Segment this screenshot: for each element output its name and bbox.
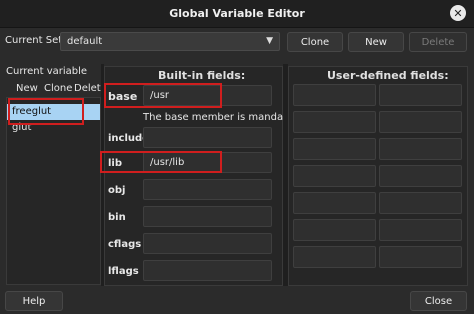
- new-set-button[interactable]: New: [348, 32, 404, 52]
- field-label-obj: obj: [108, 185, 126, 196]
- userdefined-cell[interactable]: [293, 165, 376, 187]
- current-set-dropdown[interactable]: default ▼: [60, 32, 280, 51]
- field-label-cflags: cflags: [108, 239, 142, 250]
- field-input-bin[interactable]: [143, 206, 272, 227]
- help-button[interactable]: Help: [5, 291, 63, 311]
- highlight-lib: [100, 151, 222, 173]
- clone-set-button[interactable]: Clone: [287, 32, 343, 52]
- userdefined-cell[interactable]: [379, 111, 462, 133]
- userdefined-cell[interactable]: [293, 84, 376, 106]
- clone-variable-button[interactable]: Clone: [44, 83, 72, 94]
- window-title: Global Variable Editor: [169, 7, 305, 20]
- userdefined-title: User-defined fields:: [327, 69, 449, 82]
- field-label-bin: bin: [108, 212, 126, 223]
- highlight-freeglut: [8, 98, 84, 125]
- field-input-obj[interactable]: [143, 179, 272, 200]
- userdefined-cell[interactable]: [293, 111, 376, 133]
- userdefined-cell[interactable]: [293, 138, 376, 160]
- highlight-base: [104, 83, 222, 108]
- userdefined-cell[interactable]: [293, 219, 376, 241]
- field-label-lflags: lflags: [108, 266, 139, 277]
- close-button[interactable]: Close: [410, 291, 467, 311]
- title-bar: Global Variable Editor ✕: [0, 0, 474, 28]
- userdefined-cell[interactable]: [379, 138, 462, 160]
- userdefined-cell[interactable]: [379, 219, 462, 241]
- delete-set-button[interactable]: Delete: [409, 32, 467, 52]
- userdefined-cell[interactable]: [379, 165, 462, 187]
- builtin-title: Built-in fields:: [158, 69, 246, 82]
- field-input-lflags[interactable]: [143, 260, 272, 281]
- field-input-cflags[interactable]: [143, 233, 272, 254]
- userdefined-cell[interactable]: [379, 246, 462, 268]
- current-set-label: Current Set:: [5, 35, 66, 46]
- userdefined-cell[interactable]: [293, 246, 376, 268]
- userdefined-cell[interactable]: [293, 192, 376, 214]
- variable-list[interactable]: freeglut glut: [6, 97, 101, 285]
- new-variable-button[interactable]: New: [16, 83, 38, 94]
- userdefined-cell[interactable]: [379, 192, 462, 214]
- current-variable-label: Current variable: [6, 66, 88, 77]
- userdefined-cell[interactable]: [379, 84, 462, 106]
- chevron-down-icon: ▼: [266, 36, 273, 46]
- current-set-value: default: [67, 36, 103, 47]
- field-input-include[interactable]: [143, 127, 272, 148]
- close-icon[interactable]: ✕: [450, 5, 466, 21]
